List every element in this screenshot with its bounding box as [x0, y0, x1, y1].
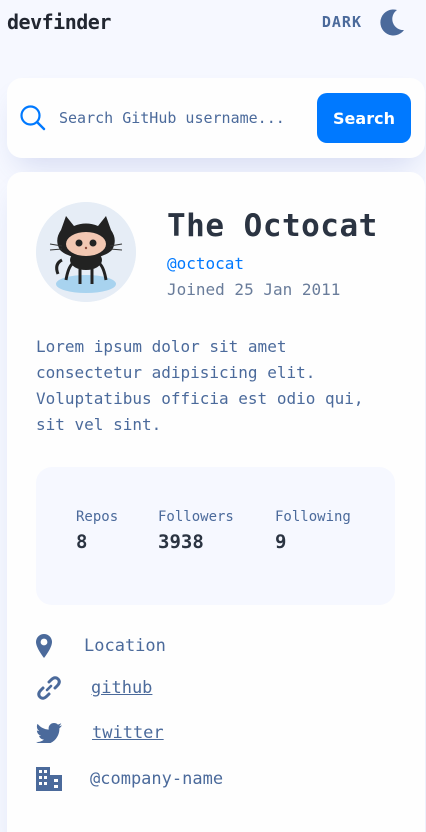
profile-login-link[interactable]: @octocat — [167, 254, 244, 273]
twitter-icon — [36, 723, 62, 743]
stat-value: 3938 — [158, 531, 204, 553]
profile-joined-date: Joined 25 Jan 2011 — [167, 280, 341, 299]
moon-icon — [380, 8, 406, 36]
stat-following: Following 9 — [275, 509, 351, 553]
blog-link[interactable]: github — [91, 678, 152, 698]
location-text: Location — [84, 636, 166, 656]
blog-row: github — [36, 675, 152, 701]
stat-label: Followers — [158, 509, 234, 525]
location-pin-icon — [36, 634, 52, 658]
stat-value: 8 — [76, 531, 88, 553]
app-header: devfinder DARK — [0, 0, 426, 46]
search-input[interactable] — [59, 104, 314, 132]
location-row: Location — [36, 634, 166, 658]
stat-value: 9 — [275, 531, 287, 553]
profile-card: The Octocat @octocat Joined 25 Jan 2011 … — [7, 172, 425, 832]
search-button[interactable]: Search — [317, 93, 411, 143]
company-text: @company-name — [90, 769, 224, 789]
company-row: @company-name — [36, 767, 223, 791]
search-bar: Search — [7, 78, 425, 158]
theme-toggle[interactable]: DARK — [322, 8, 406, 36]
building-icon — [36, 767, 62, 791]
stats-panel: Repos 8 Followers 3938 Following 9 — [36, 467, 395, 605]
twitter-row: twitter — [36, 723, 164, 743]
app-logo: devfinder — [7, 10, 111, 34]
stat-repos: Repos 8 — [76, 509, 118, 553]
twitter-link[interactable]: twitter — [92, 723, 164, 743]
profile-bio: Lorem ipsum dolor sit amet consectetur a… — [36, 337, 364, 434]
theme-toggle-label: DARK — [321, 13, 362, 31]
stat-followers: Followers 3938 — [158, 509, 234, 553]
stat-label: Repos — [76, 509, 119, 525]
link-icon — [36, 675, 62, 701]
octocat-avatar — [36, 202, 136, 302]
profile-name: The Octocat — [167, 208, 378, 244]
stat-label: Following — [275, 509, 351, 525]
